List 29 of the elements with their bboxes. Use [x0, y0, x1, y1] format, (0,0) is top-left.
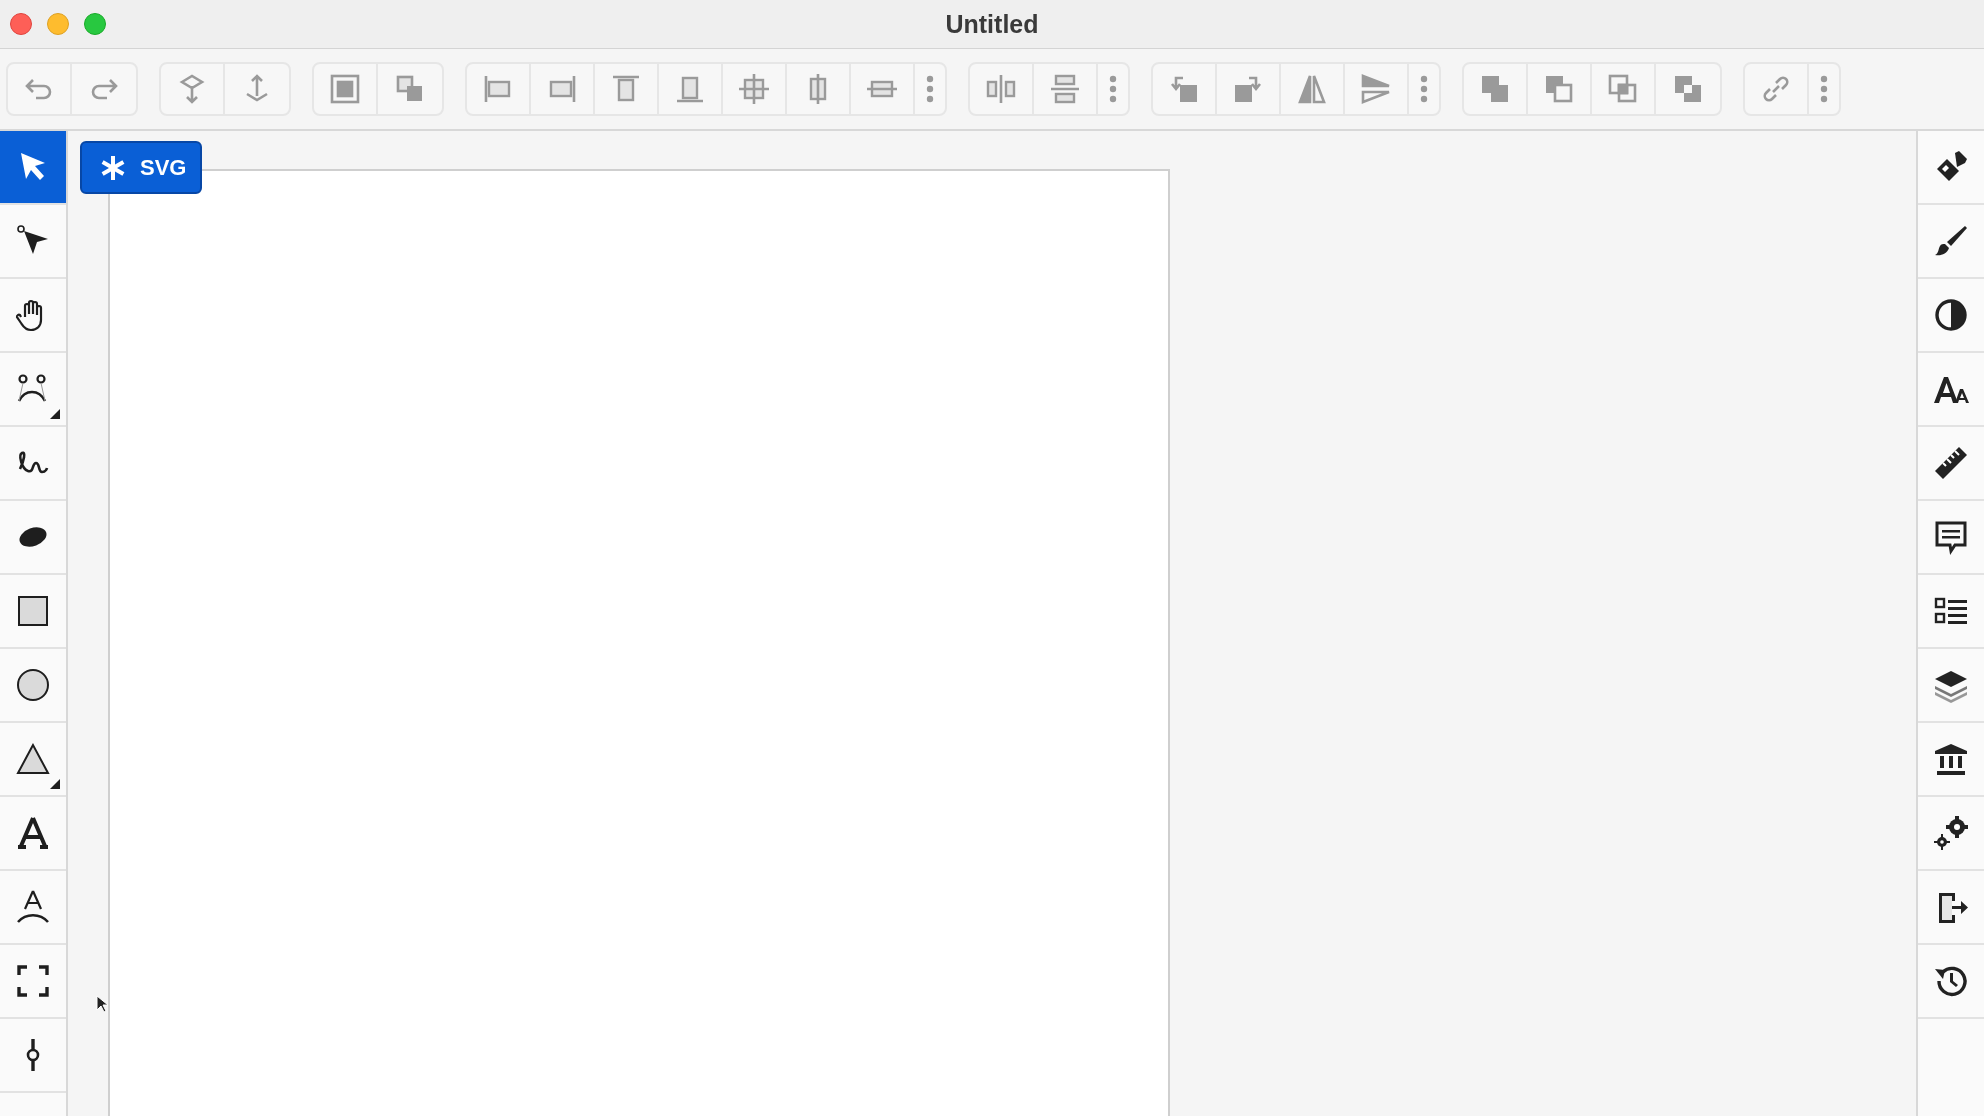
- minimize-button[interactable]: [47, 13, 69, 35]
- text-on-path-icon: [15, 889, 51, 925]
- text-tool-icon: [15, 815, 51, 851]
- more-dots-icon: [926, 75, 934, 103]
- maximize-button[interactable]: [84, 13, 106, 35]
- align-center-icon: [737, 72, 771, 106]
- document-badge[interactable]: SVG: [80, 141, 202, 194]
- half-circle-icon: [1933, 297, 1969, 333]
- asterisk-icon: [100, 154, 126, 181]
- triangle-icon: [15, 741, 51, 777]
- flyout-corner-icon: [50, 779, 60, 789]
- ruler-icon: [1933, 445, 1969, 481]
- circle-icon: [15, 667, 51, 703]
- distribute-vertical-icon: [1048, 72, 1082, 106]
- building-columns-icon: [1933, 741, 1969, 777]
- more-dots-icon: [1820, 75, 1828, 103]
- badge-label: SVG: [140, 154, 187, 181]
- mouse-cursor-icon: [96, 995, 108, 1013]
- distribute-horizontal-icon: [984, 72, 1018, 106]
- more-dots-icon: [1109, 75, 1117, 103]
- more-dots-icon: [1420, 75, 1428, 103]
- flyout-corner-icon: [50, 409, 60, 419]
- close-button[interactable]: [10, 13, 32, 35]
- gears-icon: [1933, 815, 1969, 851]
- crop-frame-icon: [15, 963, 51, 999]
- group-icon: [328, 72, 362, 106]
- window-title: Untitled: [945, 9, 1039, 38]
- rectangle-icon: [15, 593, 51, 629]
- comment-icon: [1933, 519, 1969, 555]
